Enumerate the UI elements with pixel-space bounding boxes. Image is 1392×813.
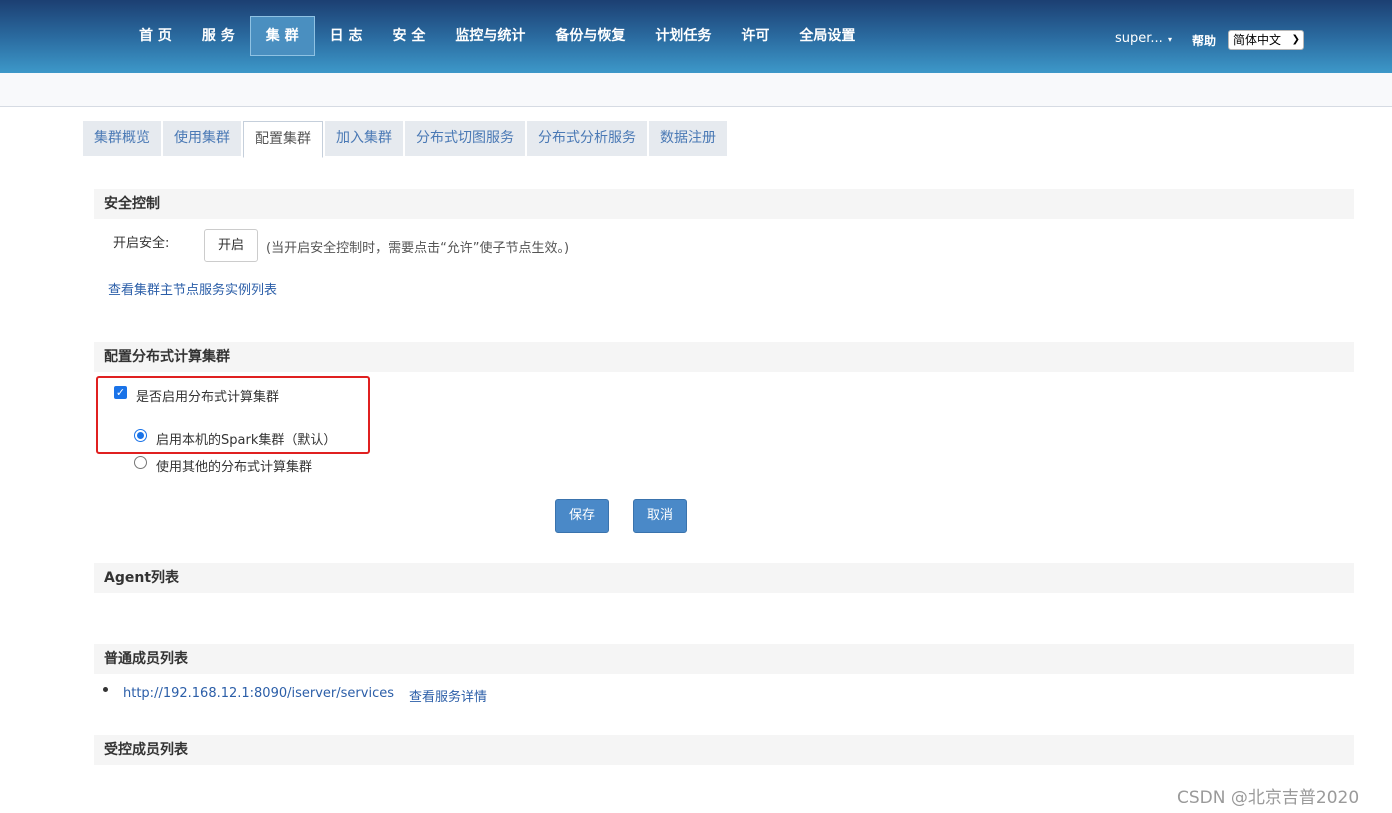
enable-security-button[interactable]: 开启 [204, 229, 258, 262]
main-nav: 首 页 服 务 集 群 日 志 安 全 监控与统计 备份与恢复 计划任务 许可 … [124, 16, 870, 56]
tab-cluster-overview[interactable]: 集群概览 [83, 121, 161, 156]
nav-item-cluster[interactable]: 集 群 [249, 16, 315, 56]
list-bullet [103, 687, 108, 692]
distributed-section-title: 配置分布式计算集群 [94, 342, 1354, 372]
member-service-url[interactable]: http://192.168.12.1:8090/iserver/service… [123, 686, 394, 701]
enable-security-label: 开启安全: [113, 236, 170, 251]
tab-data-registration[interactable]: 数据注册 [649, 121, 727, 156]
controlled-member-list-title: 受控成员列表 [94, 735, 1354, 765]
language-select[interactable]: 简体中文 ❯ [1228, 30, 1304, 50]
tab-use-cluster[interactable]: 使用集群 [163, 121, 241, 156]
sub-header-bar [0, 73, 1392, 107]
language-select-value: 简体中文 [1233, 33, 1282, 47]
chevron-down-icon: ❯ [1291, 34, 1300, 45]
nav-item-backup[interactable]: 备份与恢复 [540, 16, 640, 56]
top-navbar: 首 页 服 务 集 群 日 志 安 全 监控与统计 备份与恢复 计划任务 许可 … [0, 0, 1392, 73]
security-section-title: 安全控制 [94, 189, 1354, 219]
security-hint: (当开启安全控制时，需要点击“允许”使子节点生效。) [266, 241, 570, 256]
caret-down-icon[interactable]: ▾ [1168, 31, 1172, 49]
nav-item-scheduled-tasks[interactable]: 计划任务 [640, 16, 726, 56]
help-link[interactable]: 帮助 [1192, 32, 1216, 49]
cancel-button[interactable]: 取消 [633, 499, 687, 533]
enable-distributed-checkbox[interactable]: ✓ [114, 386, 127, 399]
nav-item-home[interactable]: 首 页 [124, 16, 187, 56]
tab-distributed-tiling[interactable]: 分布式切图服务 [405, 121, 525, 156]
nav-item-monitoring[interactable]: 监控与统计 [440, 16, 540, 56]
nav-item-logs[interactable]: 日 志 [315, 16, 378, 56]
other-cluster-label: 使用其他的分布式计算集群 [156, 460, 313, 475]
master-node-instances-link[interactable]: 查看集群主节点服务实例列表 [108, 279, 277, 298]
nav-item-security[interactable]: 安 全 [378, 16, 441, 56]
member-list-title: 普通成员列表 [94, 644, 1354, 674]
watermark: CSDN @北京吉普2020 [1177, 788, 1360, 808]
local-spark-label: 启用本机的Spark集群（默认） [156, 433, 337, 448]
agent-list-title: Agent列表 [94, 563, 1354, 593]
enable-distributed-label: 是否启用分布式计算集群 [136, 390, 280, 405]
local-spark-radio[interactable] [134, 429, 147, 442]
tab-join-cluster[interactable]: 加入集群 [325, 121, 403, 156]
user-menu[interactable]: super... [1115, 31, 1163, 46]
tab-configure-cluster[interactable]: 配置集群 [243, 121, 323, 158]
other-cluster-radio[interactable] [134, 456, 147, 469]
nav-item-services[interactable]: 服 务 [187, 16, 250, 56]
cluster-tabs: 集群概览 使用集群 配置集群 加入集群 分布式切图服务 分布式分析服务 数据注册 [83, 121, 729, 158]
tab-distributed-analysis[interactable]: 分布式分析服务 [527, 121, 647, 156]
nav-item-license[interactable]: 许可 [726, 16, 784, 56]
service-detail-link[interactable]: 查看服务详情 [409, 686, 487, 705]
nav-item-global-settings[interactable]: 全局设置 [784, 16, 870, 56]
save-button[interactable]: 保存 [555, 499, 609, 533]
